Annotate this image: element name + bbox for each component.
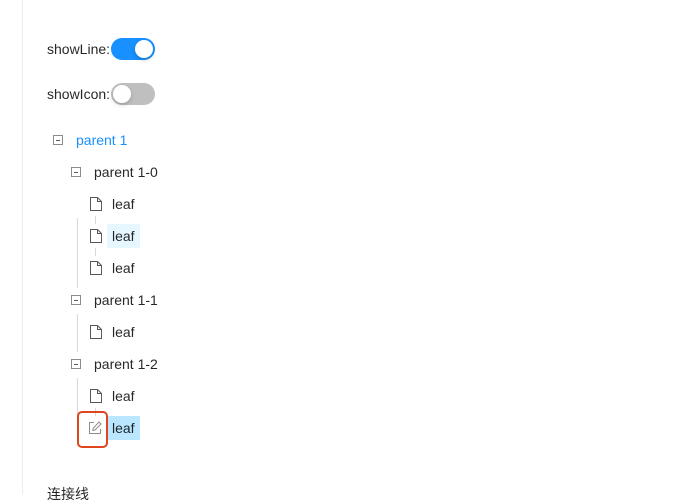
tree-node-parent-1[interactable]: parent 1 [71,128,132,152]
tree-node-leaf-selected[interactable]: leaf [107,416,140,440]
switch-knob [113,85,132,103]
tree-line-parent-1-0 [77,218,78,288]
tree-node-leaf[interactable]: leaf [107,384,140,408]
file-icon [90,325,102,339]
show-icon-label: showIcon: [47,86,111,102]
show-line-switch[interactable] [111,38,156,60]
show-line-row: showLine: [47,37,156,61]
show-icon-switch[interactable] [111,83,156,105]
next-section-heading: 连接线 [47,486,89,502]
content-left-border [22,0,23,494]
show-line-label: showLine: [47,41,111,57]
tree-node-parent-1-1[interactable]: parent 1-1 [89,288,163,312]
collapse-switcher-icon[interactable] [53,135,63,145]
tree-line-parent-1-1 [77,314,78,352]
tree-node-leaf-hovered[interactable]: leaf [107,224,140,248]
file-icon [90,261,102,275]
tree-node-leaf[interactable]: leaf [107,192,140,216]
tree-line-leaf [95,216,96,224]
collapse-switcher-icon[interactable] [71,167,81,177]
collapse-switcher-icon[interactable] [71,359,81,369]
show-icon-row: showIcon: [47,82,156,106]
file-icon [90,389,102,403]
collapse-switcher-icon[interactable] [71,295,81,305]
tree-node-leaf[interactable]: leaf [107,256,140,280]
switch-knob [135,40,154,58]
tree-node-parent-1-2[interactable]: parent 1-2 [89,352,163,376]
file-icon [90,229,102,243]
file-icon [90,197,102,211]
annotation-highlight-box [77,411,108,448]
tree-line-leaf [95,248,96,256]
tree-node-leaf[interactable]: leaf [107,320,140,344]
tree-node-parent-1-0[interactable]: parent 1-0 [89,160,163,184]
